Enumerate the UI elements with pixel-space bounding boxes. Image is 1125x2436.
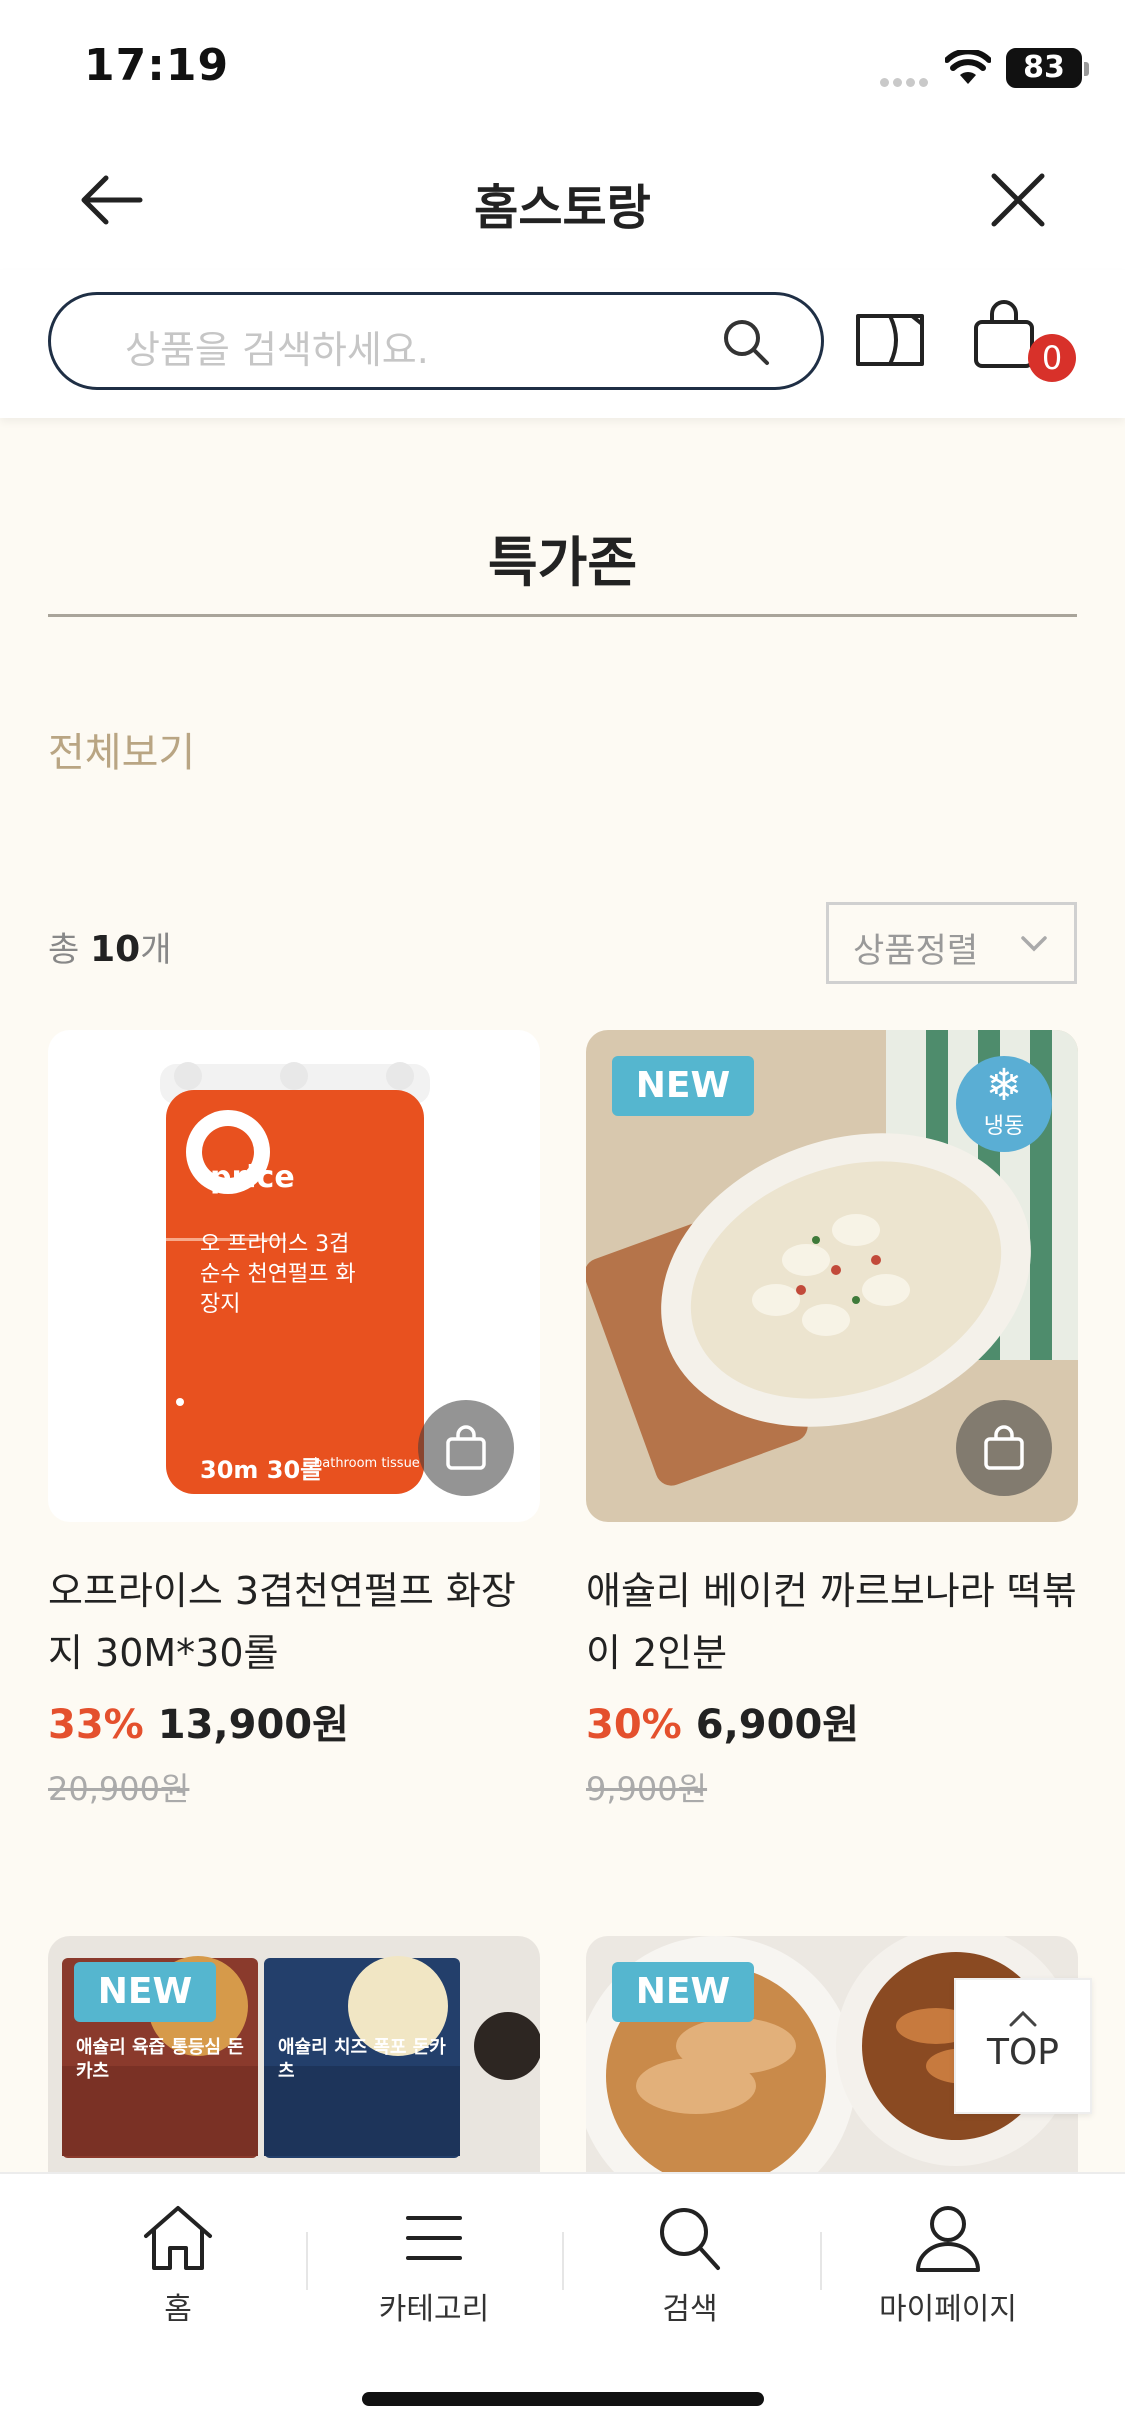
frozen-badge: ❄ 냉동 xyxy=(956,1056,1052,1152)
shopping-bag-icon xyxy=(974,300,1034,368)
tab-label: 검색 xyxy=(662,2292,718,2327)
section-title: 특가존 xyxy=(487,531,638,594)
tab-label: 마이페이지 xyxy=(879,2292,1017,2327)
close-icon[interactable] xyxy=(988,170,1048,230)
total-count: 총 10개 xyxy=(48,922,171,971)
search-icon xyxy=(660,2208,720,2270)
coupon-icon[interactable] xyxy=(854,310,926,370)
view-all-link[interactable]: 전체보기 xyxy=(48,720,195,778)
menu-icon xyxy=(406,2216,462,2260)
home-indicator xyxy=(362,2392,764,2406)
cellular-signal-icon xyxy=(880,72,932,91)
original-price: 20,900원 xyxy=(48,1770,190,1808)
shopping-bag-icon xyxy=(446,1425,486,1470)
search-icon[interactable] xyxy=(721,317,771,367)
page-title: 홈스토랑 xyxy=(474,180,651,236)
sort-dropdown[interactable]: 상품정렬 xyxy=(826,902,1077,984)
pack-text: 오 프라이스 3겹 순수 천연펄프 화장지 xyxy=(200,1232,356,1317)
status-time: 17:19 xyxy=(84,40,230,91)
product-image[interactable]: NEW ❄ 냉동 xyxy=(586,1030,1078,1522)
cart-button[interactable]: 0 xyxy=(972,300,1076,382)
product-name[interactable]: 애슐리 베이컨 까르보나라 떡볶이 2인분 xyxy=(586,1560,1086,1684)
new-badge: NEW xyxy=(74,1962,216,2022)
cart-count-badge: 0 xyxy=(1028,334,1076,382)
pack-label: 애슐리 치즈 폭포 돈카츠 xyxy=(278,2037,446,2082)
search-input[interactable]: 상품을 검색하세요. xyxy=(48,292,824,390)
battery-icon: 83 xyxy=(1006,48,1089,88)
tab-label: 홈 xyxy=(164,2292,192,2327)
product-card[interactable]: NEW ❄ 냉동 애슐리 베이컨 까르보나라 떡볶이 2인분 30% 6,900원… xyxy=(586,1030,1078,1810)
section-divider xyxy=(48,614,1077,617)
scroll-top-button[interactable]: TOP xyxy=(954,1978,1092,2114)
search-placeholder: 상품을 검색하세요. xyxy=(125,328,429,372)
product-card[interactable]: price 오 프라이스 3겹 순수 천연펄프 화장지 30m 30롤 bath… xyxy=(48,1030,540,1810)
new-badge: NEW xyxy=(612,1962,754,2022)
tab-label: 카테고리 xyxy=(378,2292,490,2327)
discount-rate: 33% xyxy=(48,1702,144,1748)
total-number: 10 xyxy=(90,929,141,970)
pack-brand: price xyxy=(210,1160,295,1195)
chevron-up-icon xyxy=(1009,2010,1037,2027)
wifi-icon xyxy=(945,50,991,84)
pack-subtitle: bathroom tissue xyxy=(314,1456,420,1471)
scroll-top-label: TOP xyxy=(986,2032,1060,2073)
tab-home[interactable]: 홈 xyxy=(48,2202,308,2328)
total-suffix: 개 xyxy=(140,930,172,970)
home-icon xyxy=(144,2206,212,2270)
price-row: 33% 13,900원 xyxy=(48,1692,540,1750)
product-image[interactable]: price 오 프라이스 3겹 순수 천연펄프 화장지 30m 30롤 bath… xyxy=(48,1030,540,1522)
frozen-label: 냉동 xyxy=(983,1114,1025,1139)
tab-mypage[interactable]: 마이페이지 xyxy=(818,2202,1078,2328)
tab-search[interactable]: 검색 xyxy=(560,2202,820,2328)
status-bar: 17:19 83 xyxy=(0,0,1125,130)
pack-label: 애슐리 육즙 통등심 돈카츠 xyxy=(76,2037,244,2082)
price-row: 30% 6,900원 xyxy=(586,1692,1078,1750)
discount-rate: 30% xyxy=(586,1702,682,1748)
pack-size: 30m 30롤 xyxy=(200,1456,323,1484)
sale-price: 6,900원 xyxy=(695,1702,860,1748)
top-nav: 홈스토랑 xyxy=(0,130,1125,270)
sort-label: 상품정렬 xyxy=(853,931,979,971)
add-to-cart-button[interactable] xyxy=(956,1400,1052,1496)
new-badge: NEW xyxy=(612,1056,754,1116)
search-bar-row: 상품을 검색하세요. 0 xyxy=(0,270,1125,418)
user-icon xyxy=(916,2206,980,2272)
snowflake-icon: ❄ xyxy=(985,1060,1023,1111)
chevron-down-icon xyxy=(1021,936,1047,952)
sale-price: 13,900원 xyxy=(157,1702,349,1748)
total-prefix: 총 xyxy=(48,930,80,970)
original-price: 9,900원 xyxy=(586,1770,708,1808)
product-name[interactable]: 오프라이스 3겹천연펄프 화장지 30M*30롤 xyxy=(48,1560,548,1684)
shopping-bag-icon xyxy=(984,1425,1024,1470)
tab-category[interactable]: 카테고리 xyxy=(304,2202,564,2328)
add-to-cart-button[interactable] xyxy=(418,1400,514,1496)
